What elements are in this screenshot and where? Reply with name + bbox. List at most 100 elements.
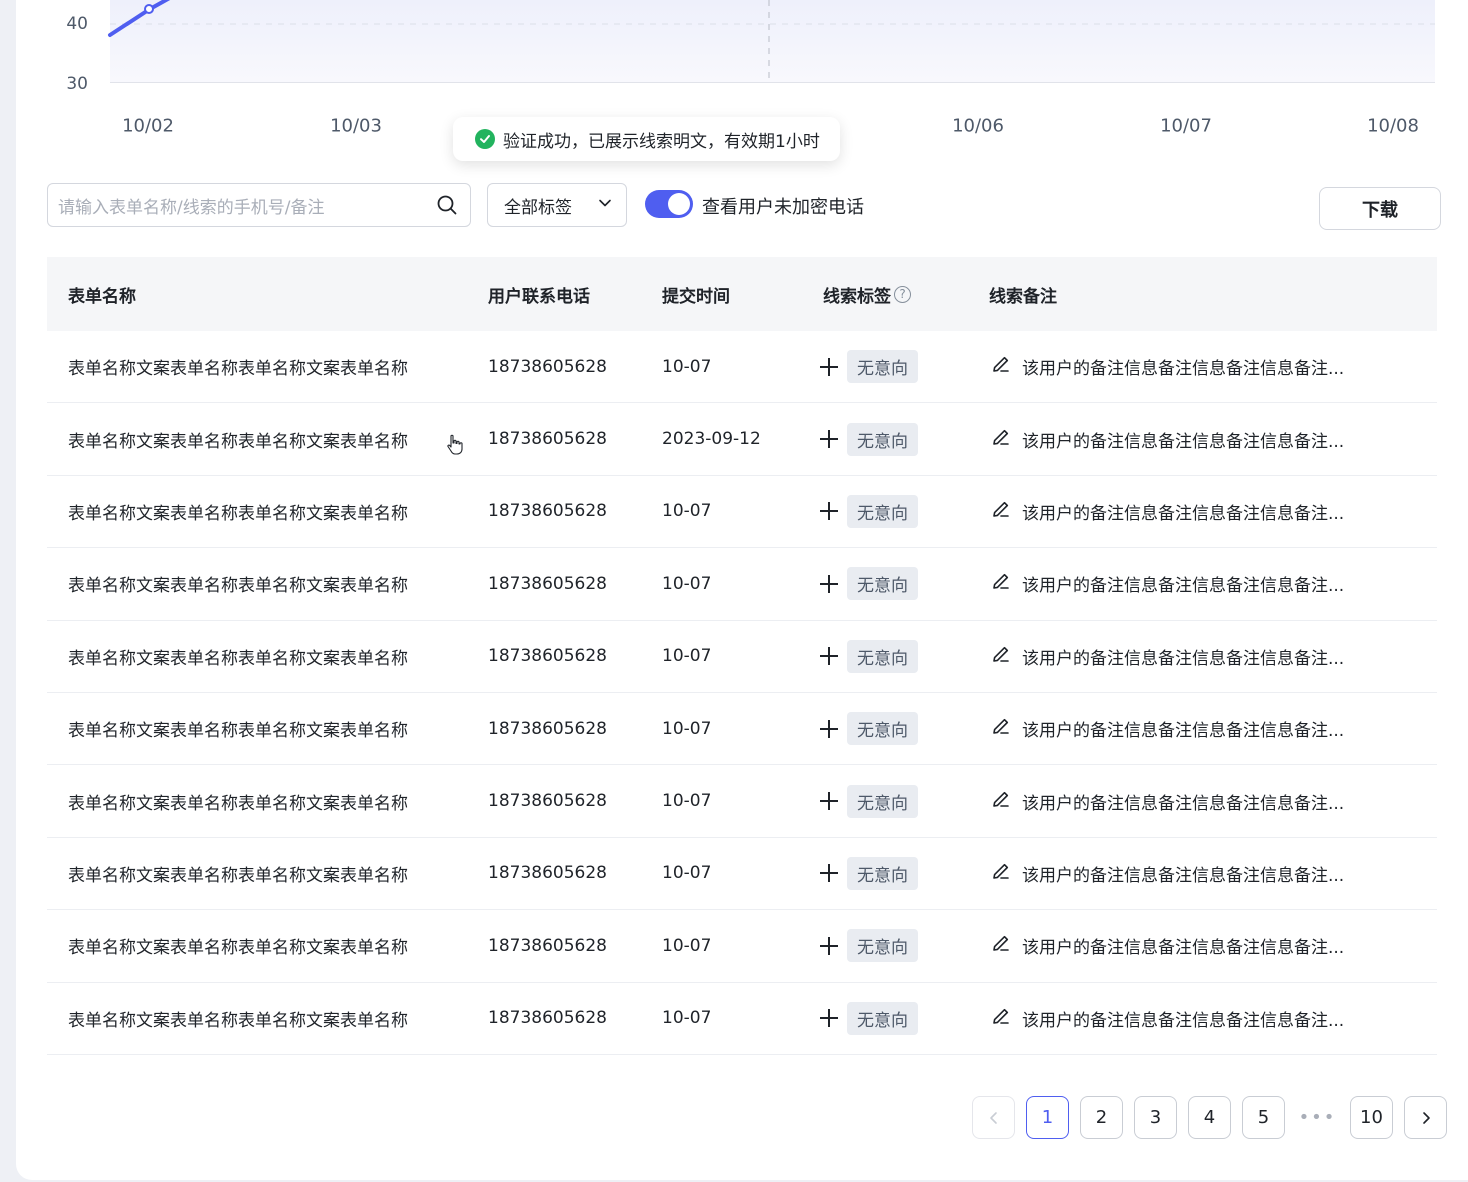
tag-badge[interactable]: 无意向 [847,567,918,601]
prev-page-button[interactable] [972,1096,1015,1139]
search-input[interactable]: 请输入表单名称/线索的手机号/备注 [47,183,471,227]
cell-note: 该用户的备注信息备注信息备注信息备注... [990,693,1377,764]
cell-note: 该用户的备注信息备注信息备注信息备注... [990,765,1377,836]
add-tag-icon[interactable] [819,501,839,521]
cell-form-name: 表单名称文案表单名称表单名称文案表单名称 [68,503,408,524]
cell-phone: 18738605628 [488,791,607,812]
chart-plot-bg [110,0,1435,82]
tag-badge[interactable]: 无意向 [847,1001,918,1035]
search-icon[interactable] [434,192,460,218]
table-body: 表单名称文案表单名称表单名称文案表单名称 18738605628 10-07 无… [47,331,1437,1055]
tag-badge[interactable]: 无意向 [847,856,918,890]
cell-time: 2023-09-12 [662,429,761,450]
xtick-label: 10/02 [122,115,174,137]
note-text: 该用户的备注信息备注信息备注信息备注... [1022,793,1345,814]
tag-badge[interactable]: 无意向 [847,639,918,673]
tag-badge[interactable]: 无意向 [847,712,918,746]
chevron-left-icon [989,1111,997,1124]
tag-badge[interactable]: 无意向 [847,350,918,384]
table-row: 表单名称文案表单名称表单名称文案表单名称 18738605628 10-07 无… [47,331,1437,404]
table-row: 表单名称文案表单名称表单名称文案表单名称 18738605628 2023-09… [47,403,1437,476]
cell-form-name: 表单名称文案表单名称表单名称文案表单名称 [68,648,408,669]
cell-note: 该用户的备注信息备注信息备注信息备注... [990,403,1377,474]
edit-icon[interactable] [990,498,1012,525]
table-row: 表单名称文案表单名称表单名称文案表单名称 18738605628 10-07 无… [47,765,1437,838]
table-row: 表单名称文案表单名称表单名称文案表单名称 18738605628 10-07 无… [47,983,1437,1055]
cell-phone: 18738605628 [488,429,607,450]
cell-form-name: 表单名称文案表单名称表单名称文案表单名称 [68,721,408,742]
page-button-10[interactable]: 10 [1350,1096,1393,1139]
cell-note: 该用户的备注信息备注信息备注信息备注... [990,621,1377,692]
add-tag-icon[interactable] [819,863,839,883]
check-circle-icon [475,129,495,149]
tag-badge[interactable]: 无意向 [847,784,918,818]
cell-form-name: 表单名称文案表单名称表单名称文案表单名称 [68,431,408,452]
toggle-label: 查看用户未加密电话 [702,197,864,218]
edit-icon[interactable] [990,353,1012,380]
next-page-button[interactable] [1404,1096,1447,1139]
cell-time: 10-07 [662,356,712,377]
cell-time: 10-07 [662,935,712,956]
edit-icon[interactable] [990,788,1012,815]
cell-time: 10-07 [662,791,712,812]
ytick-30: 30 [66,74,88,94]
table-row: 表单名称文案表单名称表单名称文案表单名称 18738605628 10-07 无… [47,621,1437,693]
cell-time: 10-07 [662,863,712,884]
cell-time: 10-07 [662,501,712,522]
cell-time: 10-07 [662,646,712,667]
cell-form-name: 表单名称文案表单名称表单名称文案表单名称 [68,865,408,886]
cell-note: 该用户的备注信息备注信息备注信息备注... [990,983,1377,1054]
cell-tag: 无意向 [819,548,918,619]
tag-badge[interactable]: 无意向 [847,494,918,528]
cell-tag: 无意向 [819,983,918,1054]
cell-note: 该用户的备注信息备注信息备注信息备注... [990,331,1377,402]
cell-phone: 18738605628 [488,356,607,377]
download-button[interactable]: 下载 [1319,187,1441,230]
tag-badge[interactable]: 无意向 [847,422,918,456]
add-tag-icon[interactable] [819,719,839,739]
col-header-tag: 线索标签 ? [823,257,911,331]
note-text: 该用户的备注信息备注信息备注信息备注... [1022,865,1345,886]
search-placeholder: 请输入表单名称/线索的手机号/备注 [58,197,325,218]
add-tag-icon[interactable] [819,1008,839,1028]
cell-phone: 18738605628 [488,863,607,884]
edit-icon[interactable] [990,426,1012,453]
cell-form-name: 表单名称文案表单名称表单名称文案表单名称 [68,576,408,597]
table-row: 表单名称文案表单名称表单名称文案表单名称 18738605628 10-07 无… [47,476,1437,549]
show-phone-toggle[interactable] [645,190,693,218]
cell-phone: 18738605628 [488,935,607,956]
add-tag-icon[interactable] [819,574,839,594]
cell-form-name: 表单名称文案表单名称表单名称文案表单名称 [68,938,408,959]
add-tag-icon[interactable] [819,791,839,811]
page-button-2[interactable]: 2 [1080,1096,1123,1139]
cell-tag: 无意向 [819,838,918,909]
cell-tag: 无意向 [819,476,918,547]
tag-badge[interactable]: 无意向 [847,929,918,963]
edit-icon[interactable] [990,860,1012,887]
cell-phone: 18738605628 [488,501,607,522]
edit-icon[interactable] [990,570,1012,597]
edit-icon[interactable] [990,715,1012,742]
add-tag-icon[interactable] [819,357,839,377]
edit-icon[interactable] [990,1005,1012,1032]
edit-icon[interactable] [990,932,1012,959]
add-tag-icon[interactable] [819,429,839,449]
cell-tag: 无意向 [819,765,918,836]
page-button-5[interactable]: 5 [1242,1096,1285,1139]
tag-filter-select[interactable]: 全部标签 [487,183,627,227]
success-toast: 验证成功，已展示线索明文，有效期1小时 [453,117,840,161]
toggle-knob [668,193,690,215]
add-tag-icon[interactable] [819,936,839,956]
page-button-3[interactable]: 3 [1134,1096,1177,1139]
page-button-4[interactable]: 4 [1188,1096,1231,1139]
col-header-phone: 用户联系电话 [488,286,590,307]
page-button-1[interactable]: 1 [1026,1096,1069,1139]
xtick-label: 10/03 [330,115,382,137]
edit-icon[interactable] [990,643,1012,670]
cell-phone: 18738605628 [488,1008,607,1029]
page-ellipsis[interactable]: ••• [1296,1107,1339,1128]
add-tag-icon[interactable] [819,646,839,666]
xtick-label: 10/08 [1367,115,1419,137]
cell-tag: 无意向 [819,693,918,764]
help-circle-icon[interactable]: ? [894,285,911,303]
